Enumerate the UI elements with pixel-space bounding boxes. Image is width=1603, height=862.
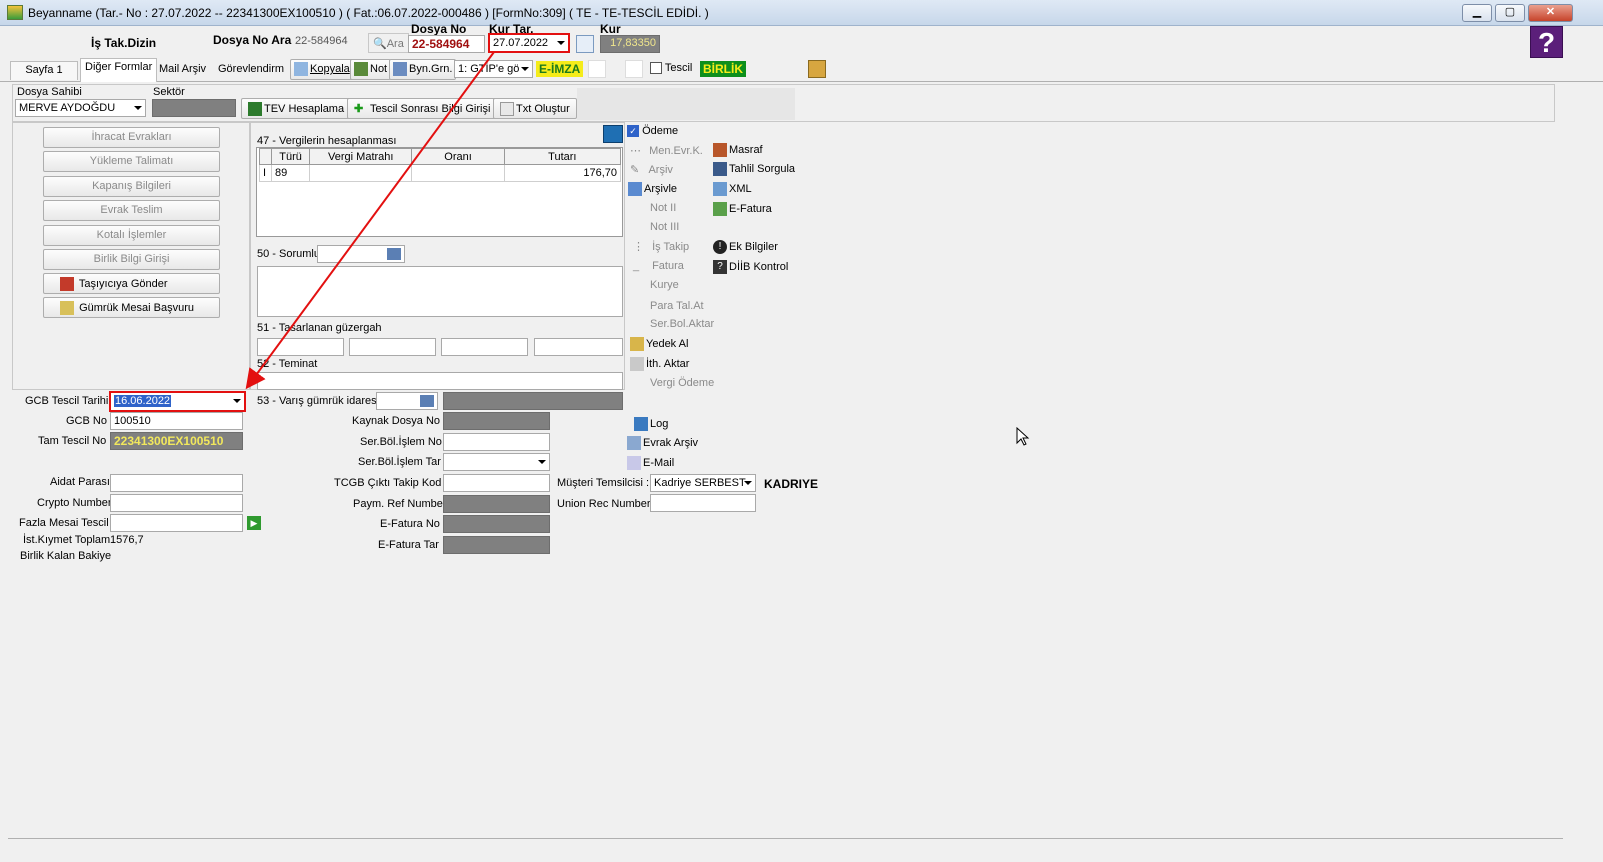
annotation-arrow <box>245 51 495 390</box>
mouse-cursor-icon <box>1016 427 1030 446</box>
bottom-divider <box>8 838 1563 839</box>
